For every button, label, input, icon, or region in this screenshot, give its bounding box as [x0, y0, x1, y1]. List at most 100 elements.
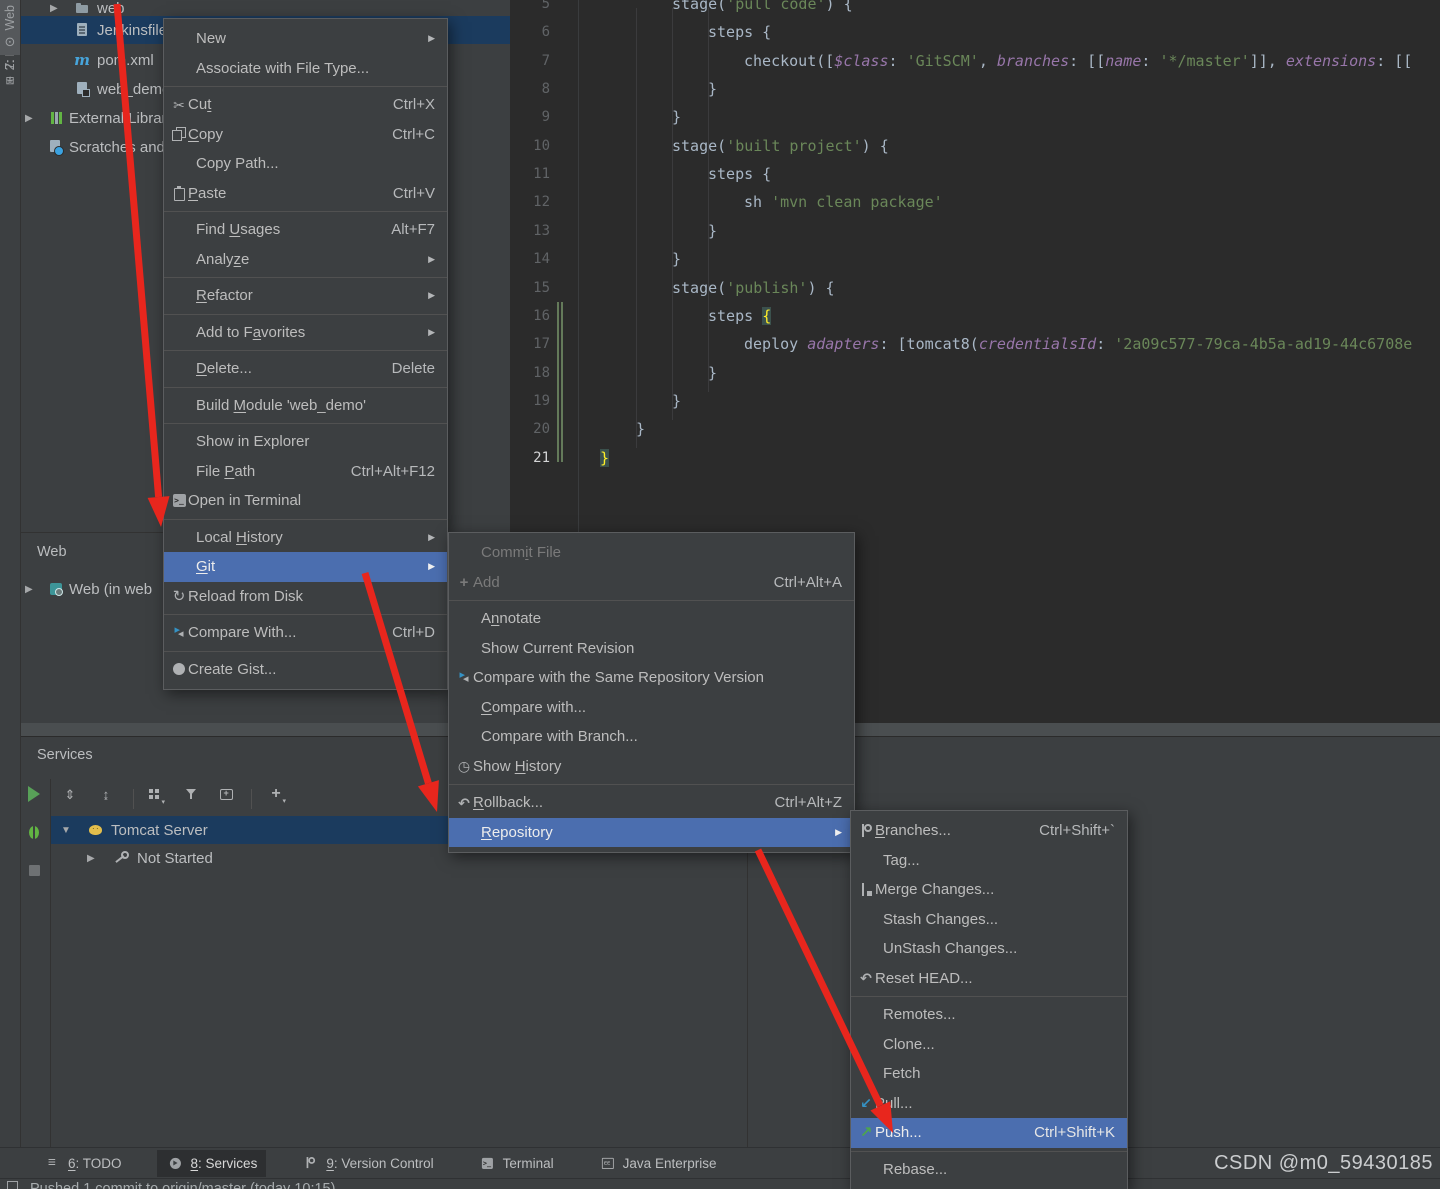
menu-item-label: Open in Terminal: [188, 492, 302, 510]
tab-8-services[interactable]: 8: Services: [156, 1149, 267, 1177]
menu-item-label: UnStash Changes...: [883, 940, 1018, 958]
menu-item-rollback[interactable]: Rollback... Ctrl+Alt+Z: [449, 788, 854, 818]
menu-item-local-history[interactable]: Local History ▶: [164, 523, 447, 553]
menu-item-commit-file[interactable]: Commit File: [449, 538, 854, 568]
chevron-down-icon[interactable]: ▼: [61, 825, 71, 836]
chevron-right-icon[interactable]: ▶: [25, 584, 33, 595]
tab-6-todo[interactable]: 6: TODO: [34, 1150, 131, 1177]
submenu-arrow-icon: ▶: [428, 33, 435, 44]
menu-item-remotes[interactable]: Remotes...: [851, 1000, 1127, 1030]
tab-9-version-control[interactable]: 9: Version Control: [292, 1150, 442, 1177]
menu-item-reset-head[interactable]: Reset HEAD...: [851, 964, 1127, 994]
code-token: : [[: [1069, 51, 1106, 70]
tree-item-label: pom.xml: [97, 51, 154, 69]
menu-item-show-history[interactable]: Show History: [449, 752, 854, 782]
ide-window: 7: Structure2: FavoritesWeb ▶ web Jenkinsf…: [0, 0, 1440, 1189]
stripe-item-web[interactable]: Web: [0, 0, 20, 56]
menu-item-repository[interactable]: Repository ▶: [449, 817, 854, 847]
code-token: stage(: [672, 136, 727, 155]
menu-item-shortcut: Alt+F7: [391, 221, 435, 239]
menu-item-delete[interactable]: Delete... Delete: [164, 354, 447, 384]
menu-item-label: Compare with...: [481, 698, 587, 716]
menu-separator: [851, 996, 1127, 997]
menu-item-paste[interactable]: Paste Ctrl+V: [164, 179, 447, 209]
code-line: 9}: [510, 103, 1440, 131]
terminal-icon: [479, 1155, 494, 1170]
debug-button[interactable]: [25, 823, 43, 841]
menu-item-refactor[interactable]: Refactor ▶: [164, 281, 447, 311]
menu-item-unstash-changes[interactable]: UnStash Changes...: [851, 934, 1127, 964]
menu-item-compare-with[interactable]: Compare with...: [449, 693, 854, 723]
menu-item-copy[interactable]: Copy Ctrl+C: [164, 120, 447, 150]
merge-icon: [857, 881, 875, 899]
stop-button[interactable]: [25, 861, 43, 879]
menu-item-add-to-favorites[interactable]: Add to Favorites ▶: [164, 318, 447, 348]
tab-terminal[interactable]: Terminal: [469, 1150, 563, 1177]
menu-item-shortcut: Ctrl+Shift+K: [1034, 1124, 1115, 1142]
menu-item-cut[interactable]: Cut Ctrl+X: [164, 90, 447, 120]
group-by-button[interactable]: [145, 785, 165, 806]
expand-all-button[interactable]: [61, 785, 79, 803]
line-number: 11: [533, 166, 550, 183]
menu-item-show-in-explorer[interactable]: Show in Explorer: [164, 427, 447, 457]
menu-item-analyze[interactable]: Analyze ▶: [164, 245, 447, 275]
compare-icon: [170, 624, 188, 642]
tab-java-enterprise[interactable]: Java Enterprise: [589, 1150, 726, 1177]
menu-item-git[interactable]: Git ▶: [164, 552, 447, 582]
menu-item-label: Compare with Branch...: [481, 728, 638, 746]
toolbar-separator: [251, 789, 252, 809]
code-token: }: [636, 420, 646, 439]
menu-item-compare-with-branch[interactable]: Compare with Branch...: [449, 722, 854, 752]
menu-item-new[interactable]: New ▶: [164, 24, 447, 54]
menu-item-rebase[interactable]: Rebase...: [851, 1155, 1127, 1185]
menu-item-label: Reload from Disk: [188, 587, 304, 605]
menu-separator: [164, 614, 447, 615]
toolbar-separator: [133, 789, 134, 809]
tab-label: 8: Services: [190, 1155, 258, 1171]
menu-item-merge-changes[interactable]: Merge Changes...: [851, 875, 1127, 905]
menu-item-push[interactable]: Push... Ctrl+Shift+K: [851, 1118, 1127, 1148]
line-number: 13: [533, 222, 550, 239]
add-button[interactable]: [267, 785, 286, 805]
menu-item-show-current-revision[interactable]: Show Current Revision: [449, 634, 854, 664]
collapse-all-button[interactable]: [97, 785, 115, 803]
menu-item-add[interactable]: Add Ctrl+Alt+A: [449, 568, 854, 598]
todo-icon: [44, 1155, 59, 1170]
menu-item-associate-with-file-type[interactable]: Associate with File Type...: [164, 54, 447, 84]
menu-item-branches[interactable]: Branches... Ctrl+Shift+`: [851, 816, 1127, 846]
code-token: checkout([: [744, 51, 835, 70]
code-line: 21}: [510, 444, 1440, 472]
code-token: deploy: [744, 335, 808, 354]
status-message: Pushed 1 commit to origin/master (today …: [30, 1181, 336, 1189]
menu-item-label: Copy: [188, 125, 224, 143]
menu-item-copy-path[interactable]: Copy Path...: [164, 149, 447, 179]
code-key: name: [1105, 51, 1142, 70]
menu-item-annotate[interactable]: Annotate: [449, 604, 854, 634]
code-token: steps {: [708, 23, 772, 42]
filter-button[interactable]: [182, 785, 200, 803]
status-message-strip: Pushed 1 commit to origin/master (today …: [0, 1178, 1440, 1189]
menu-item-build-module-web-demo[interactable]: Build Module 'web_demo': [164, 391, 447, 421]
menu-item-create-gist[interactable]: Create Gist...: [164, 655, 447, 685]
menu-item-stash-changes[interactable]: Stash Changes...: [851, 905, 1127, 935]
menu-item-open-in-terminal[interactable]: Open in Terminal: [164, 486, 447, 516]
menu-item-compare-with-the-same-repository-version[interactable]: Compare with the Same Repository Version: [449, 663, 854, 693]
menu-item-fetch[interactable]: Fetch: [851, 1059, 1127, 1089]
menu-item-find-usages[interactable]: Find Usages Alt+F7: [164, 215, 447, 245]
code-token: :: [1096, 335, 1115, 354]
code-line: 17 deploy adapters: [tomcat8(credentialsI…: [510, 330, 1440, 358]
tree-item-label: web: [97, 0, 125, 17]
chevron-right-icon[interactable]: ▶: [50, 3, 58, 14]
menu-item-clone[interactable]: Clone...: [851, 1030, 1127, 1060]
chevron-right-icon[interactable]: ▶: [87, 853, 95, 864]
menu-item-tag[interactable]: Tag...: [851, 846, 1127, 876]
add-service-button[interactable]: [217, 785, 235, 803]
chevron-right-icon[interactable]: ▶: [25, 113, 33, 124]
menu-item-label: Create Gist...: [188, 660, 277, 678]
services-panel-title: Services: [37, 747, 93, 763]
menu-item-file-path[interactable]: File Path Ctrl+Alt+F12: [164, 457, 447, 487]
run-button[interactable]: [25, 785, 43, 803]
menu-item-reload-from-disk[interactable]: Reload from Disk: [164, 582, 447, 612]
menu-item-pull[interactable]: Pull...: [851, 1089, 1127, 1119]
menu-item-compare-with[interactable]: Compare With... Ctrl+D: [164, 618, 447, 648]
